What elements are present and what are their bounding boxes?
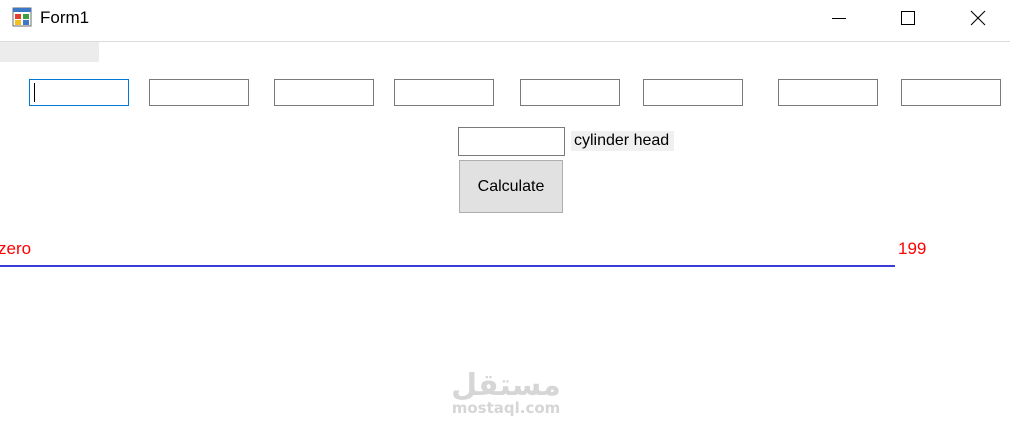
input-8[interactable]	[901, 79, 1001, 106]
watermark-latin: mostaql.com	[451, 399, 561, 417]
input-4[interactable]	[394, 79, 494, 106]
close-button[interactable]	[943, 0, 1010, 36]
input-1[interactable]	[29, 79, 129, 106]
text-caret	[34, 83, 35, 102]
menu-strip[interactable]	[0, 42, 99, 62]
maximize-button[interactable]	[873, 0, 943, 36]
minimize-button[interactable]	[804, 0, 874, 36]
range-min-label: zero	[0, 239, 32, 258]
title-bar[interactable]: Form1	[0, 0, 1010, 38]
input-5[interactable]	[520, 79, 620, 106]
minimize-icon	[832, 18, 846, 19]
input-7[interactable]	[778, 79, 878, 106]
range-max-label: 199	[898, 239, 927, 258]
input-3[interactable]	[274, 79, 374, 106]
window-title: Form1	[40, 8, 90, 27]
input-2[interactable]	[149, 79, 249, 106]
title-separator	[0, 41, 1010, 42]
winforms-app-icon	[12, 7, 32, 27]
input-6[interactable]	[643, 79, 743, 106]
cylinder-head-input[interactable]	[458, 127, 565, 156]
maximize-icon	[901, 11, 915, 25]
range-line	[0, 265, 895, 267]
calculate-button[interactable]: Calculate	[459, 160, 563, 213]
close-icon	[970, 10, 986, 26]
watermark: مستقل mostaql.com	[438, 368, 574, 416]
cylinder-head-label: cylinder head	[571, 131, 675, 151]
